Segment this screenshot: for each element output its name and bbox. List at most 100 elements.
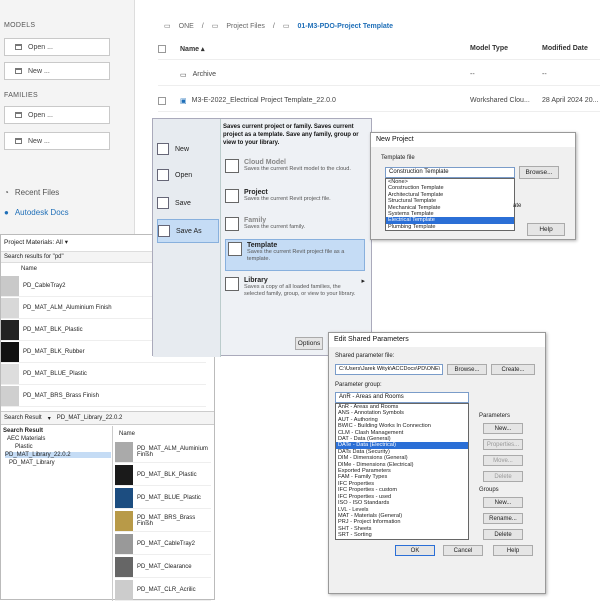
param-new-button[interactable]: New...	[483, 423, 523, 434]
help-button[interactable]: Help	[493, 545, 533, 556]
tree-node-aec[interactable]: AEC Materials	[7, 436, 45, 442]
group-new-button[interactable]: New...	[483, 497, 523, 508]
tree-node-plastic[interactable]: Plastic	[15, 444, 33, 450]
folder-icon: ▭	[211, 23, 219, 30]
dialog-title: New Project	[371, 133, 575, 147]
options-button[interactable]: Options	[295, 337, 323, 350]
row-spacer	[158, 70, 166, 79]
template-file-label: Template file	[381, 155, 415, 161]
search-result-tab[interactable]: Search Result	[4, 415, 42, 421]
select-all-checkbox[interactable]	[158, 44, 166, 53]
lib-col-name-header[interactable]: Name	[119, 431, 135, 437]
group-dropdown[interactable]: AnR - Areas and Rooms ANS - Annotation Sy…	[335, 403, 469, 540]
crumb-project-files[interactable]: Project Files	[226, 23, 265, 30]
hidden-label: ate	[513, 203, 522, 209]
new-icon	[157, 143, 169, 155]
library-material-row[interactable]: PD_MAT_BLK_Plastic	[115, 464, 211, 486]
option-family[interactable]: Family Saves the current family.	[225, 217, 365, 231]
library-material-row[interactable]: PD_MAT_BRS_Brass Finish	[115, 510, 211, 532]
option-cloud-model[interactable]: Cloud Model Saves the current Revit model…	[225, 159, 365, 173]
tree-node-pd-library[interactable]: PD_MAT_Library	[9, 460, 55, 466]
folder-icon	[15, 44, 22, 50]
material-name: PD_CableTray2	[23, 282, 66, 289]
col-name-header[interactable]: Name	[21, 266, 37, 272]
template-dropdown[interactable]: <None> Construction Template Architectural…	[385, 178, 515, 232]
table-row[interactable]: ▣ M3-E-2022_Electrical Project Template_2…	[158, 90, 600, 112]
menu-label: Open	[175, 171, 193, 179]
library-material-row[interactable]: PD_MAT_Clearance	[115, 556, 211, 578]
tree-node-pd-lib[interactable]: PD_MAT_Library_22.0.2	[5, 452, 111, 458]
save-as-tooltip: Saves current project or family. Saves c…	[223, 124, 359, 146]
option-title: Cloud Model	[244, 159, 286, 166]
material-swatch	[115, 533, 133, 554]
dropdown-icon: ▾	[47, 415, 51, 422]
families-open-button[interactable]: Open ...	[4, 106, 110, 124]
material-name: PD_MAT_CableTray2	[137, 540, 196, 547]
col-name-label: Name	[180, 45, 200, 53]
col-modified-header[interactable]: Modified Date	[542, 45, 588, 52]
models-open-button[interactable]: Open ...	[4, 38, 110, 56]
col-name-header[interactable]: Name ▴	[180, 45, 470, 53]
option-library[interactable]: Library Saves a copy of all loaded famili…	[225, 277, 365, 298]
template-icon	[228, 242, 242, 256]
crumb-one[interactable]: ONE	[179, 23, 194, 30]
models-new-button[interactable]: New ...	[4, 62, 110, 80]
tree-root[interactable]: Search Result	[3, 428, 43, 434]
create-button[interactable]: Create...	[491, 364, 535, 375]
library-material-row[interactable]: PD_MAT_CableTray2	[115, 533, 211, 555]
group-option[interactable]: SRT - Sorting	[336, 532, 468, 538]
material-name: PD_MAT_Clearance	[137, 563, 192, 570]
cancel-button[interactable]: Cancel	[443, 545, 483, 556]
library-material-row[interactable]: PD_MAT_ALM_Aluminium Finish	[115, 441, 211, 463]
library-material-row[interactable]: PD_MAT_CLR_Acrilic	[115, 579, 211, 601]
template-option[interactable]: Plumbing Template	[386, 224, 514, 230]
material-row[interactable]: PD_MAT_BRS_Brass Finish	[1, 385, 206, 407]
library-tab[interactable]: PD_MAT_Library_22.0.2	[57, 415, 123, 421]
row-checkbox[interactable]	[158, 96, 166, 105]
row-date: 28 April 2024 20...	[542, 97, 599, 104]
library-icon	[225, 277, 239, 291]
material-row[interactable]: PD_MAT_BLUE_Plastic	[1, 363, 206, 385]
material-swatch	[115, 441, 133, 462]
material-swatch	[1, 297, 19, 318]
param-delete-button[interactable]: Delete	[483, 471, 523, 482]
row-name: ▭ Archive	[180, 71, 470, 79]
col-model-type-header[interactable]: Model Type	[470, 45, 542, 52]
option-title: Library	[244, 277, 268, 284]
project-materials-filter[interactable]: Project Materials: All ▾	[4, 238, 68, 246]
material-swatch	[1, 319, 19, 340]
row-name: ▣ M3-E-2022_Electrical Project Template_2…	[180, 97, 470, 105]
table-row[interactable]: ▭ Archive -- --	[158, 64, 600, 86]
library-tree: Search Result AEC Materials Plastic PD_M…	[1, 426, 113, 601]
material-swatch	[115, 579, 133, 600]
docs-icon: ●	[4, 208, 9, 217]
group-select[interactable]: AnR - Areas and Rooms	[335, 392, 469, 403]
param-properties-button[interactable]: Properties...	[483, 439, 523, 450]
file-path-field[interactable]: C:\Users\Jarek Wityk\ACCDocs\PD\ONE\	[335, 364, 443, 375]
template-select[interactable]: Construction Template	[385, 167, 515, 178]
option-project[interactable]: Project Saves the current Revit project f…	[225, 189, 365, 203]
help-button[interactable]: Help	[527, 223, 565, 236]
group-rename-button[interactable]: Rename...	[483, 513, 523, 524]
material-swatch	[115, 464, 133, 485]
menu-new[interactable]: New	[157, 137, 219, 161]
crumb-current[interactable]: 01-M3-PDO-Project Template	[297, 23, 393, 30]
group-label: Parameter group:	[335, 382, 382, 388]
group-delete-button[interactable]: Delete	[483, 529, 523, 540]
crumb-separator: /	[272, 22, 275, 30]
families-new-button[interactable]: New ...	[4, 132, 110, 150]
menu-save[interactable]: Save	[157, 191, 219, 215]
menu-open[interactable]: Open	[157, 163, 219, 187]
library-material-row[interactable]: PD_MAT_BLUE_Plastic	[115, 487, 211, 509]
menu-save-as[interactable]: Save As	[157, 219, 219, 243]
folder-icon	[15, 68, 22, 74]
option-template[interactable]: Template Saves the current Revit project …	[225, 239, 365, 271]
recent-files-link[interactable]: ◔ Recent Files	[4, 188, 59, 197]
browse-button[interactable]: Browse...	[447, 364, 487, 375]
option-desc: Saves the current Revit project file as …	[247, 249, 345, 262]
ok-button[interactable]: OK	[395, 545, 435, 556]
param-move-button[interactable]: Move...	[483, 455, 523, 466]
open-label: Open ...	[28, 111, 53, 119]
autodesk-docs-link[interactable]: ● Autodesk Docs	[4, 208, 69, 217]
browse-button[interactable]: Browse...	[519, 166, 559, 179]
